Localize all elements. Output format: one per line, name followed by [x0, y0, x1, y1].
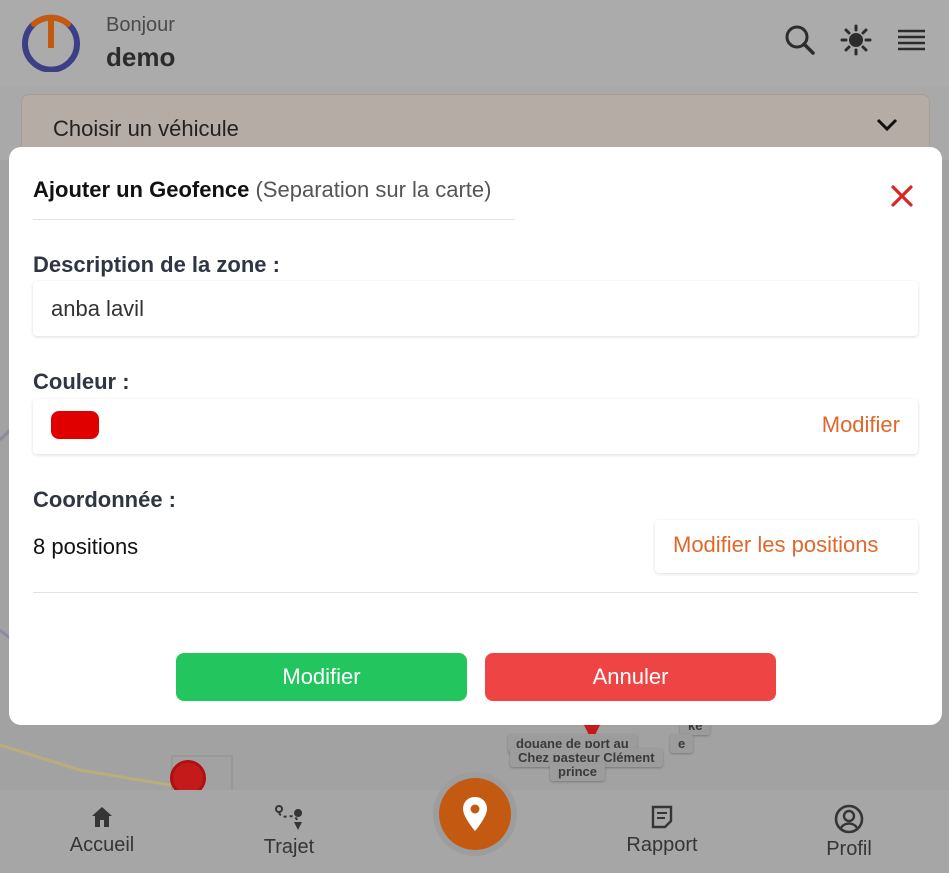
cancel-button[interactable]: Annuler [485, 653, 776, 701]
title-divider [33, 219, 515, 220]
edit-positions-wrapper: Modifier les positions [655, 520, 918, 573]
app-header: Bonjour demo [0, 0, 949, 86]
description-input[interactable] [33, 281, 918, 336]
nav-label: Rapport [626, 834, 698, 856]
report-icon [651, 805, 673, 829]
bottom-nav: Accueil Trajet Rapport Profil [0, 778, 949, 873]
close-icon[interactable] [889, 183, 915, 209]
route-icon [275, 805, 303, 830]
modal-title: Ajouter un Geofence (Separation sur la c… [33, 177, 491, 203]
color-label: Couleur : [33, 369, 130, 394]
geofence-modal: Ajouter un Geofence (Separation sur la c… [9, 147, 942, 725]
edit-color-button[interactable]: Modifier [822, 412, 900, 438]
submit-button[interactable]: Modifier [176, 653, 467, 701]
map-marker[interactable] [170, 760, 206, 790]
nav-item-trajet[interactable]: Trajet [229, 800, 349, 859]
nav-item-location[interactable] [439, 778, 511, 850]
search-icon[interactable] [782, 22, 818, 58]
nav-item-rapport[interactable]: Rapport [602, 800, 722, 857]
home-icon [92, 807, 112, 827]
app-logo-icon [22, 14, 80, 72]
modal-title-main: Ajouter un Geofence [33, 177, 250, 202]
edit-positions-button[interactable]: Modifier les positions [673, 532, 878, 558]
color-swatch[interactable] [51, 411, 99, 439]
modal-title-sub: (Separation sur la carte) [255, 177, 492, 202]
nav-label: Trajet [263, 836, 315, 858]
description-field-wrapper [33, 281, 918, 336]
menu-icon[interactable] [894, 22, 930, 58]
nav-label: Profil [826, 838, 872, 860]
vehicle-select-label: Choisir un véhicule [53, 116, 239, 141]
map-marker-label: prince [550, 762, 606, 781]
description-label: Description de la zone : [33, 252, 280, 277]
nav-item-accueil[interactable]: Accueil [42, 800, 162, 857]
coords-label: Coordonnée : [33, 487, 176, 512]
location-pin-icon [463, 797, 487, 831]
color-field: Modifier [33, 399, 918, 454]
positions-count: 8 positions [33, 534, 139, 559]
map-marker-label: e [670, 734, 694, 753]
divider [33, 592, 918, 593]
profile-icon [834, 804, 864, 834]
greeting-text: Bonjour [106, 14, 175, 36]
settings-sun-icon[interactable] [838, 22, 874, 58]
nav-item-profil[interactable]: Profil [789, 800, 909, 861]
username: demo [106, 42, 176, 72]
chevron-down-icon [876, 118, 898, 132]
nav-label: Accueil [69, 834, 135, 856]
